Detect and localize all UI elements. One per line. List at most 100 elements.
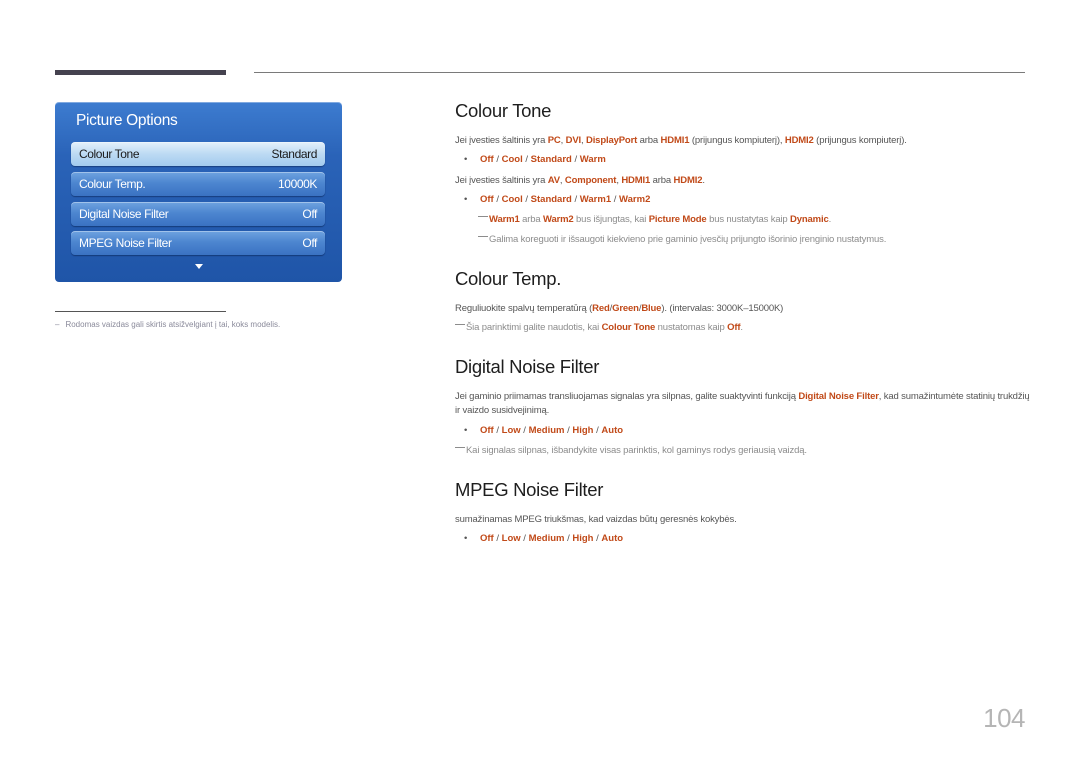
heading-colour-tone: Colour Tone [455, 100, 552, 121]
osd-item-value: Off [302, 207, 317, 221]
text: . [702, 175, 705, 186]
note-dash-icon [455, 324, 465, 325]
option: Medium [528, 425, 565, 436]
text: (prijungus kompiuterį), [689, 135, 785, 146]
option: Low [501, 533, 521, 544]
text: arba [650, 175, 674, 186]
text: bus išjungtas, kai [573, 214, 649, 225]
colour-tone-sources-pc: Jei įvesties šaltinis yra PC, DVI, Displ… [455, 134, 907, 148]
colour-temp-description: Reguliuokite spalvų temperatūrą (Red/Gre… [455, 302, 783, 316]
colour-tone-note-save: Galima koreguoti ir išsaugoti kiekvieno … [478, 234, 886, 245]
option: High [572, 533, 594, 544]
separator: / [611, 194, 620, 205]
option: Low [501, 425, 521, 436]
option: Auto [601, 425, 624, 436]
text: bus nustatytas kaip [706, 214, 791, 225]
osd-item-colour-tone[interactable]: Colour Tone Standard [71, 142, 325, 166]
colour-tone-note-warm: Warm1 arba Warm2 bus išjungtas, kai Pict… [478, 214, 831, 225]
term-green: Green [612, 303, 639, 314]
mpeg-noise-description: sumažinamas MPEG triukšmas, kad vaizdas … [455, 514, 737, 525]
term-colour-tone: Colour Tone [601, 322, 656, 333]
footnote: – Rodomas vaizdas gali skirtis atsižvelgi… [55, 320, 280, 329]
option: Standard [530, 154, 572, 165]
heading-mpeg-noise-filter: MPEG Noise Filter [455, 479, 604, 500]
heading-colour-temp: Colour Temp. [455, 268, 562, 289]
note-dash-icon [455, 447, 465, 448]
heading-digital-noise-filter: Digital Noise Filter [455, 356, 600, 377]
text: Kai signalas silpnas, išbandykite visas … [466, 445, 807, 456]
option: Auto [601, 533, 624, 544]
text: Galima koreguoti ir išsaugoti kiekvieno … [489, 234, 887, 245]
term-picture-mode: Picture Mode [648, 214, 707, 225]
text: (prijungus kompiuterį). [813, 135, 907, 146]
term-displayport: DisplayPort [585, 135, 638, 146]
chevron-down-icon[interactable] [195, 264, 203, 269]
text: nustatomas kaip [655, 322, 728, 333]
term-hdmi2: HDMI2 [784, 135, 814, 146]
option: Warm [579, 154, 606, 165]
header-accent-bar [55, 70, 226, 75]
text: ). (intervalas: 3000K–15000K) [661, 303, 784, 314]
text: . [828, 214, 832, 225]
term-red: Red [592, 303, 610, 314]
option: High [572, 425, 594, 436]
header-rule [254, 72, 1025, 73]
option: Warm2 [619, 194, 651, 205]
footnote-dash: – [55, 320, 60, 329]
note-dash-icon [478, 216, 488, 217]
osd-item-label: Colour Temp. [79, 177, 146, 191]
separator: / [520, 533, 529, 544]
text: arba [519, 214, 543, 225]
footnote-rule [55, 311, 226, 312]
separator: / [522, 194, 531, 205]
text: Reguliuokite spalvų temperatūrą ( [455, 303, 593, 314]
colour-temp-note: Šia parinktimi galite naudotis, kai Colo… [455, 322, 743, 333]
text: Jei įvesties šaltinis yra [455, 175, 548, 186]
option: Cool [501, 154, 523, 165]
osd-item-value: Standard [271, 147, 317, 161]
term-hdmi2: HDMI2 [673, 175, 703, 186]
osd-item-digital-noise-filter[interactable]: Digital Noise Filter Off [71, 202, 325, 226]
text: Jei įvesties šaltinis yra [455, 135, 548, 146]
option: Warm1 [579, 194, 612, 205]
bullet-icon: • [464, 533, 468, 544]
term-warm2: Warm2 [542, 214, 574, 225]
osd-item-mpeg-noise-filter[interactable]: MPEG Noise Filter Off [71, 231, 325, 255]
osd-item-colour-temp[interactable]: Colour Temp. 10000K [71, 172, 325, 196]
bullet-icon: • [464, 425, 468, 436]
digital-noise-note: Kai signalas silpnas, išbandykite visas … [455, 445, 807, 456]
option: Cool [501, 194, 523, 205]
text: Šia parinktimi galite naudotis, kai [466, 322, 602, 333]
osd-item-value: Off [302, 236, 317, 250]
separator: / [520, 425, 529, 436]
term-dynamic: Dynamic [790, 214, 829, 225]
colour-tone-sources-av: Jei įvesties šaltinis yra AV, Component,… [455, 174, 705, 188]
colour-tone-options-av: • Off / Cool / Standard / Warm1 / Warm2 [464, 194, 651, 205]
option: Medium [528, 533, 565, 544]
separator: / [571, 194, 580, 205]
term-hdmi1: HDMI1 [660, 135, 690, 146]
osd-item-label: MPEG Noise Filter [79, 236, 172, 250]
osd-item-value: 10000K [278, 177, 317, 191]
option: Off [480, 194, 494, 205]
term-digital-noise-filter: Digital Noise Filter [798, 391, 879, 402]
term-off: Off [727, 322, 741, 333]
separator: / [493, 533, 502, 544]
separator: / [493, 154, 502, 165]
osd-item-label: Digital Noise Filter [79, 207, 169, 221]
term-blue: Blue [641, 303, 662, 314]
separator: / [493, 194, 502, 205]
option: Standard [530, 194, 572, 205]
separator: / [522, 154, 531, 165]
term-warm1: Warm1 [489, 214, 520, 225]
text: Jei gaminio priimamas transliuojamas sig… [455, 391, 799, 402]
separator: / [571, 154, 580, 165]
page-number: 104 [983, 703, 1025, 733]
term-av: AV [547, 175, 560, 186]
osd-item-label: Colour Tone [79, 147, 140, 161]
footnote-text: Rodomas vaizdas gali skirtis atsižvelgia… [65, 320, 281, 329]
digital-noise-options: • Off / Low / Medium / High / Auto [464, 425, 624, 436]
digital-noise-description: Jei gaminio priimamas transliuojamas sig… [455, 390, 1030, 418]
picture-options-osd: Picture Options Colour Tone Standard Col… [55, 102, 342, 282]
bullet-icon: • [464, 154, 468, 165]
